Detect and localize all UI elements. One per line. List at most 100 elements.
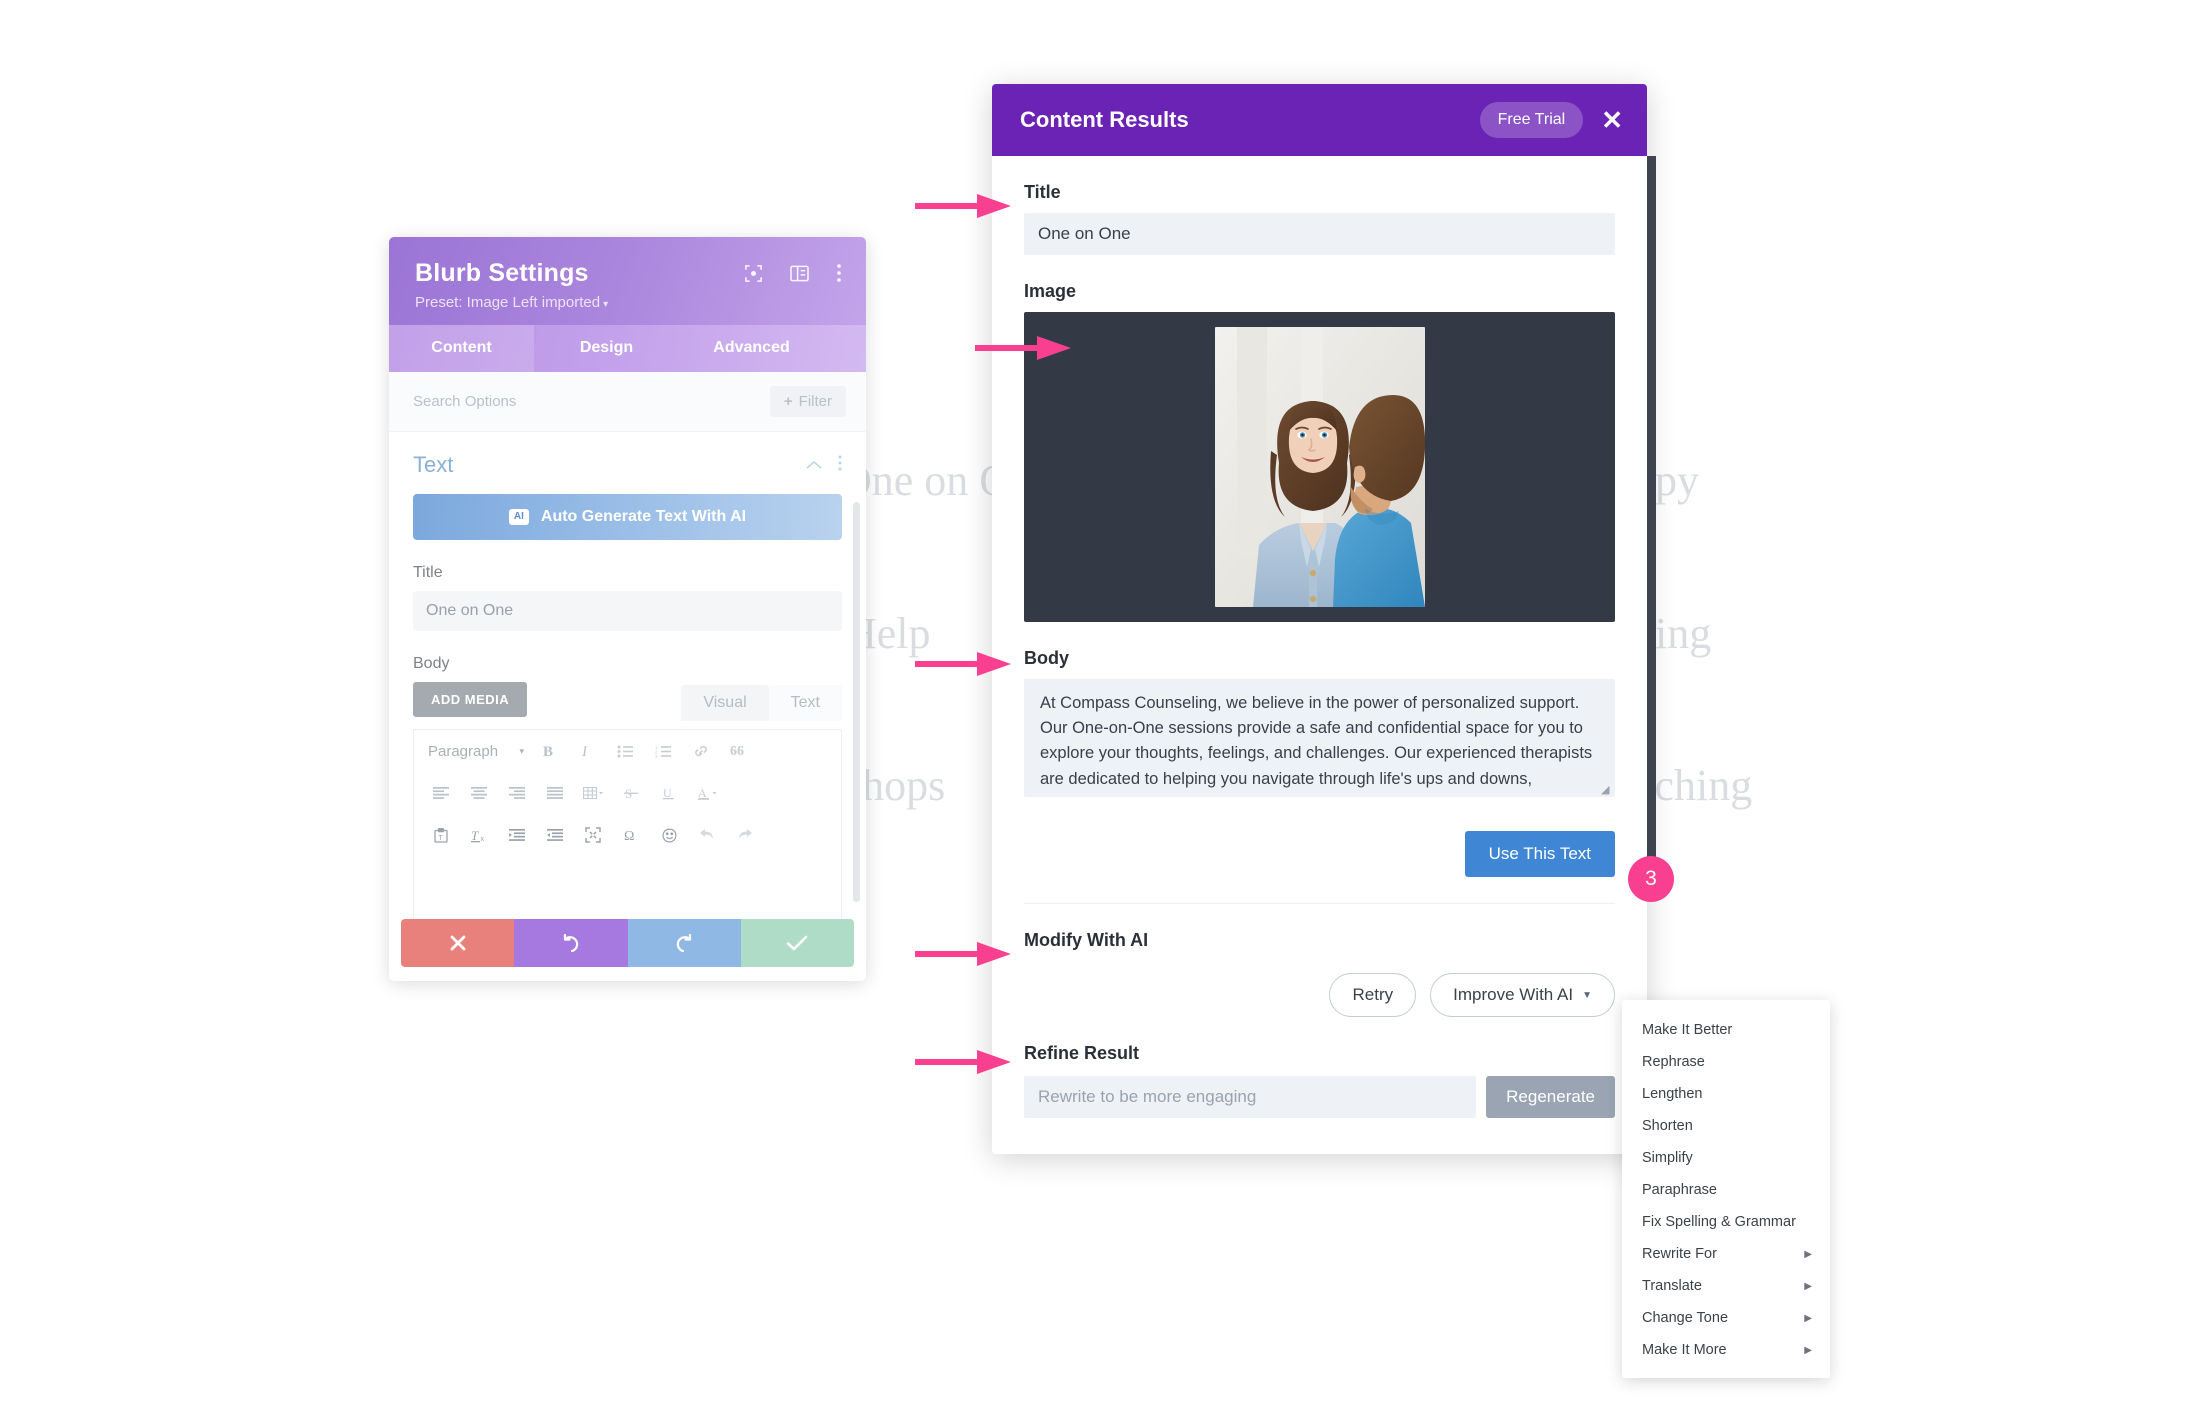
editor-toolbar-row-1: Paragraph ▾ B I 123 66 xyxy=(414,730,841,772)
undo-button[interactable] xyxy=(514,919,628,967)
modify-with-ai-label: Modify With AI xyxy=(1024,930,1149,950)
result-title-input[interactable]: One on One xyxy=(1024,213,1615,255)
emoji-icon[interactable] xyxy=(650,820,688,850)
text-color-icon[interactable]: A xyxy=(688,778,726,808)
arrow-to-title xyxy=(915,190,1011,222)
editor-content-area[interactable] xyxy=(414,856,841,919)
modal-header: Content Results Free Trial ✕ xyxy=(992,84,1647,156)
tab-content[interactable]: Content xyxy=(389,325,534,372)
paste-as-text-icon[interactable]: T xyxy=(422,820,460,850)
retry-button[interactable]: Retry xyxy=(1329,973,1417,1017)
redo-button[interactable] xyxy=(627,919,741,967)
menu-item-fix-spelling-grammar[interactable]: Fix Spelling & Grammar xyxy=(1622,1206,1830,1238)
numbered-list-icon[interactable]: 123 xyxy=(644,736,682,766)
redo-icon[interactable] xyxy=(726,820,764,850)
cancel-button[interactable] xyxy=(401,919,515,967)
menu-item-lengthen[interactable]: Lengthen xyxy=(1622,1078,1830,1110)
menu-item-label: Shorten xyxy=(1642,1118,1693,1134)
layout-columns-icon[interactable] xyxy=(790,265,809,282)
result-image-frame[interactable] xyxy=(1024,312,1615,622)
chevron-down-icon: ▾ xyxy=(519,745,524,756)
blockquote-icon[interactable]: 66 xyxy=(720,736,758,766)
menu-item-shorten[interactable]: Shorten xyxy=(1622,1110,1830,1142)
menu-item-change-tone[interactable]: Change Tone ▶ xyxy=(1622,1302,1830,1334)
menu-item-translate[interactable]: Translate ▶ xyxy=(1622,1270,1830,1302)
chevron-right-icon: ▶ xyxy=(1804,1280,1812,1292)
align-right-icon[interactable] xyxy=(498,778,536,808)
editor-toolbar-row-2: S U A xyxy=(414,772,841,814)
auto-generate-text-with-ai-button[interactable]: AI Auto Generate Text With AI xyxy=(413,494,842,540)
indent-icon[interactable] xyxy=(536,820,574,850)
filter-button[interactable]: + Filter xyxy=(769,386,846,417)
menu-item-label: Make It More xyxy=(1642,1342,1727,1358)
fullscreen-icon[interactable] xyxy=(574,820,612,850)
svg-text:3: 3 xyxy=(655,754,658,758)
content-results-modal: Content Results Free Trial ✕ Title One o… xyxy=(992,84,1656,1154)
regenerate-button[interactable]: Regenerate xyxy=(1486,1076,1615,1118)
panel-scrollbar[interactable] xyxy=(853,502,860,902)
step-badge: 3 xyxy=(1628,856,1674,902)
improve-with-ai-button[interactable]: Improve With AI ▼ xyxy=(1430,973,1615,1017)
preset-selector[interactable]: Preset: Image Left imported ▾ xyxy=(415,294,842,311)
paragraph-format-label: Paragraph xyxy=(428,742,499,760)
outdent-icon[interactable] xyxy=(498,820,536,850)
menu-item-label: Fix Spelling & Grammar xyxy=(1642,1214,1796,1230)
filter-label: Filter xyxy=(798,393,832,410)
table-icon[interactable] xyxy=(574,778,612,808)
arrow-to-body xyxy=(915,648,1011,680)
chevron-down-icon: ▼ xyxy=(1582,989,1592,1001)
ai-button-label: Auto Generate Text With AI xyxy=(540,508,747,525)
undo-icon[interactable] xyxy=(688,820,726,850)
improve-label: Improve With AI xyxy=(1453,985,1574,1004)
special-character-icon[interactable]: Ω xyxy=(612,820,650,850)
tab-design[interactable]: Design xyxy=(534,325,679,372)
add-media-button[interactable]: ADD MEDIA xyxy=(413,682,528,717)
menu-item-make-it-more[interactable]: Make It More ▶ xyxy=(1622,1334,1830,1366)
body-field-label: Body xyxy=(413,655,450,672)
menu-item-rewrite-for[interactable]: Rewrite For ▶ xyxy=(1622,1238,1830,1270)
bullet-list-icon[interactable] xyxy=(606,736,644,766)
title-label: Title xyxy=(1024,182,1061,202)
result-body-textarea[interactable]: At Compass Counseling, we believe in the… xyxy=(1024,679,1615,797)
close-icon[interactable]: ✕ xyxy=(1601,107,1623,133)
strikethrough-icon[interactable]: S xyxy=(612,778,650,808)
align-center-icon[interactable] xyxy=(460,778,498,808)
free-trial-badge[interactable]: Free Trial xyxy=(1479,102,1584,138)
bold-icon[interactable]: B xyxy=(530,736,568,766)
menu-item-label: Simplify xyxy=(1642,1150,1693,1166)
chevron-right-icon: ▶ xyxy=(1804,1344,1812,1356)
menu-item-simplify[interactable]: Simplify xyxy=(1622,1142,1830,1174)
bg-word: ing xyxy=(1655,609,1712,658)
menu-item-paraphrase[interactable]: Paraphrase xyxy=(1622,1174,1830,1206)
svg-text:I: I xyxy=(581,744,588,759)
svg-text:x: x xyxy=(480,836,484,843)
use-this-text-button[interactable]: Use This Text xyxy=(1464,831,1615,877)
link-icon[interactable] xyxy=(682,736,720,766)
italic-icon[interactable]: I xyxy=(568,736,606,766)
chevron-up-icon[interactable] xyxy=(806,456,822,474)
section-title: Text xyxy=(413,452,454,477)
svg-text:U: U xyxy=(663,786,672,800)
more-vertical-icon[interactable] xyxy=(838,455,842,476)
menu-item-rephrase[interactable]: Rephrase xyxy=(1622,1046,1830,1078)
clear-formatting-icon[interactable]: Tx xyxy=(460,820,498,850)
title-section: Title One on One xyxy=(1024,182,1615,255)
paragraph-format-select[interactable]: Paragraph ▾ xyxy=(422,736,530,766)
menu-item-label: Rephrase xyxy=(1642,1054,1705,1070)
align-justify-icon[interactable] xyxy=(536,778,574,808)
menu-item-make-it-better[interactable]: Make It Better xyxy=(1622,1014,1830,1046)
save-button[interactable] xyxy=(740,919,854,967)
tab-text[interactable]: Text xyxy=(768,685,842,721)
search-options-bar: Search Options + Filter xyxy=(389,372,866,432)
tab-visual[interactable]: Visual xyxy=(681,685,769,721)
focus-target-icon[interactable] xyxy=(744,264,763,283)
search-input[interactable]: Search Options xyxy=(413,393,516,410)
more-vertical-icon[interactable] xyxy=(836,263,842,283)
title-input[interactable]: One on One xyxy=(413,591,842,631)
underline-icon[interactable]: U xyxy=(650,778,688,808)
resize-handle-icon[interactable]: ◢ xyxy=(1601,783,1612,796)
tab-advanced[interactable]: Advanced xyxy=(679,325,824,372)
refine-input[interactable]: Rewrite to be more engaging xyxy=(1024,1076,1477,1118)
title-field-label: Title xyxy=(413,564,443,581)
align-left-icon[interactable] xyxy=(422,778,460,808)
